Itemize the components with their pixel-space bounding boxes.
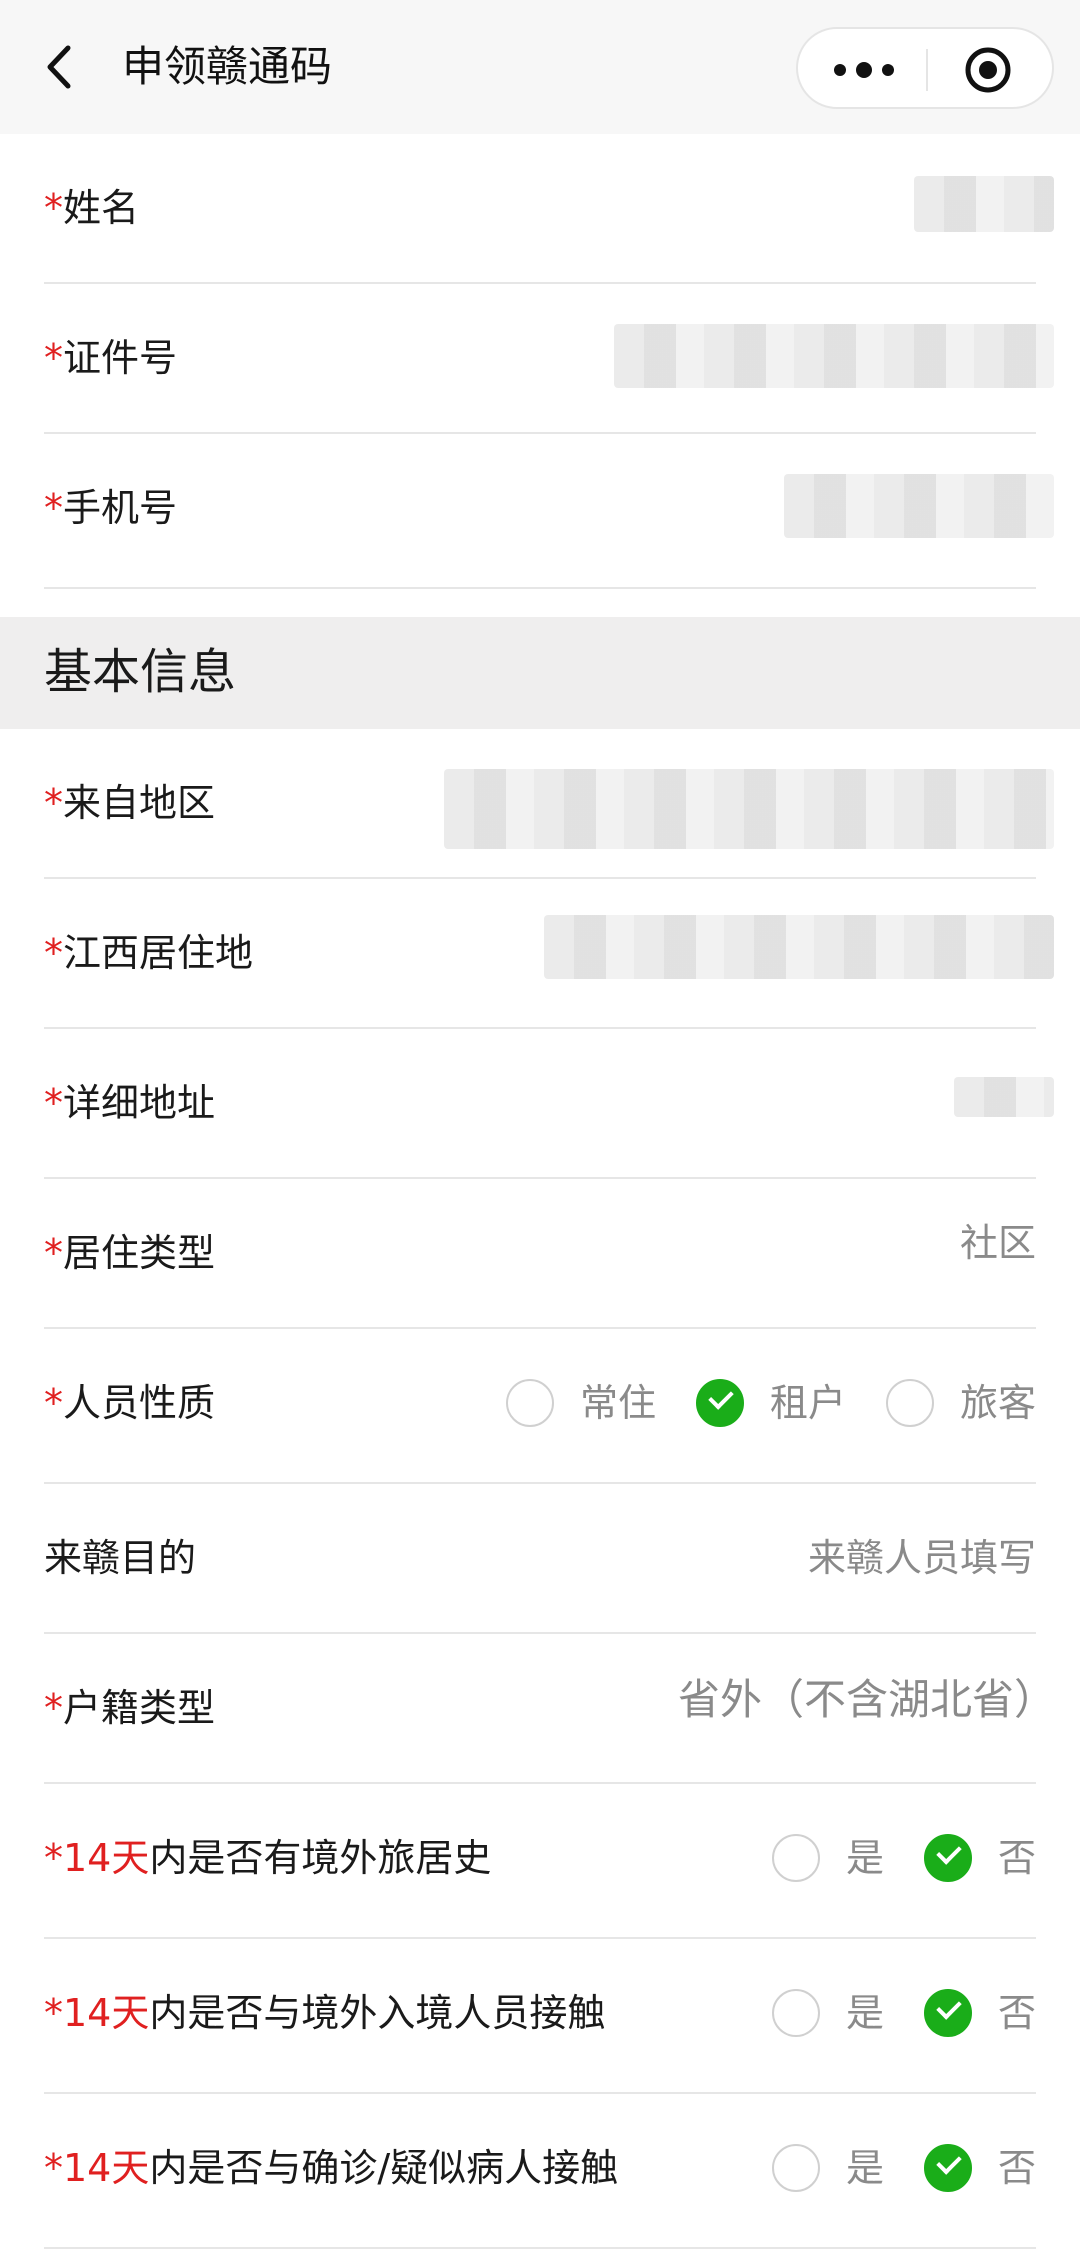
redacted-value xyxy=(614,324,1054,388)
close-miniprogram-icon[interactable] xyxy=(964,46,1012,94)
radio-option-traveler[interactable]: 旅客 xyxy=(885,1373,1036,1433)
radio-checked-icon xyxy=(923,1989,972,2037)
radio-option-tenant[interactable]: 租户 xyxy=(695,1373,846,1433)
section-title: 基本信息 xyxy=(44,644,237,700)
radio-option-resident[interactable]: 常住 xyxy=(505,1373,656,1433)
radio-unchecked-icon xyxy=(771,2144,820,2192)
redacted-value xyxy=(544,915,1054,979)
field-name[interactable]: *姓名 xyxy=(0,134,1080,284)
field-address[interactable]: *详细地址 xyxy=(0,1029,1080,1179)
radio-unchecked-icon xyxy=(771,1989,820,2037)
miniprogram-capsule xyxy=(796,27,1054,109)
field-label: *居住类型 xyxy=(44,1231,216,1275)
field-from-region[interactable]: *来自地区 xyxy=(0,729,1080,879)
radio-option-yes[interactable]: 是 xyxy=(771,1983,884,2043)
redacted-value xyxy=(914,176,1054,232)
capsule-divider xyxy=(926,49,928,91)
redacted-value xyxy=(784,474,1054,538)
residence-type-value: 社区 xyxy=(959,1221,1036,1265)
more-icon[interactable] xyxy=(828,55,900,85)
contact-confirmed-radio-group: 是 否 xyxy=(732,2138,1036,2198)
purpose-placeholder: 来赣人员填写 xyxy=(807,1536,1036,1580)
field-label: *江西居住地 xyxy=(44,931,254,975)
field-label: *手机号 xyxy=(44,486,178,530)
contact-inbound-radio-group: 是 否 xyxy=(732,1983,1036,2043)
field-label: *姓名 xyxy=(44,186,140,230)
radio-unchecked-icon xyxy=(885,1379,934,1427)
radio-checked-icon xyxy=(923,1834,972,1882)
radio-unchecked-icon xyxy=(505,1379,554,1427)
field-person-type[interactable]: *人员性质 常住 租户 旅客 xyxy=(0,1329,1080,1484)
person-type-radio-group: 常住 租户 旅客 xyxy=(466,1373,1036,1433)
field-label: *详细地址 xyxy=(44,1081,216,1125)
field-label: *人员性质 xyxy=(44,1381,216,1425)
radio-option-no[interactable]: 否 xyxy=(923,2138,1036,2198)
radio-unchecked-icon xyxy=(771,1834,820,1882)
field-label: 来赣目的 xyxy=(44,1536,197,1580)
field-household-type[interactable]: *户籍类型 省外（不含湖北省） xyxy=(0,1634,1080,1784)
nav-bar: 申领赣通码 xyxy=(0,0,1080,134)
field-label: *14天内是否有境外旅居史 xyxy=(44,1836,492,1880)
field-id-number[interactable]: *证件号 xyxy=(0,284,1080,434)
abroad-history-radio-group: 是 否 xyxy=(732,1828,1036,1888)
radio-option-no[interactable]: 否 xyxy=(923,1983,1036,2043)
field-label: *户籍类型 xyxy=(44,1686,216,1730)
field-label: *证件号 xyxy=(44,336,178,380)
radio-option-yes[interactable]: 是 xyxy=(771,1828,884,1888)
form: *姓名 *证件号 *手机号 基本信息 *来自地区 *江西居住地 *详细地址 *居… xyxy=(0,134,1080,2249)
redacted-value xyxy=(954,1077,1054,1117)
field-contact-inbound[interactable]: *14天内是否与境外入境人员接触 是 否 xyxy=(0,1939,1080,2094)
radio-option-no[interactable]: 否 xyxy=(923,1828,1036,1888)
field-phone[interactable]: *手机号 xyxy=(0,434,1080,589)
household-type-value: 省外（不含湖北省） xyxy=(677,1675,1056,1724)
section-basic-info: 基本信息 xyxy=(0,617,1080,729)
field-label: *来自地区 xyxy=(44,781,216,825)
field-contact-confirmed[interactable]: *14天内是否与确诊/疑似病人接触 是 否 xyxy=(0,2094,1080,2249)
field-label: *14天内是否与境外入境人员接触 xyxy=(44,1991,606,2035)
radio-option-yes[interactable]: 是 xyxy=(771,2138,884,2198)
field-jiangxi-residence[interactable]: *江西居住地 xyxy=(0,879,1080,1029)
field-residence-type[interactable]: *居住类型 社区 xyxy=(0,1179,1080,1329)
redacted-value xyxy=(444,769,1054,849)
field-abroad-history[interactable]: *14天内是否有境外旅居史 是 否 xyxy=(0,1784,1080,1939)
field-label: *14天内是否与确诊/疑似病人接触 xyxy=(44,2146,619,2190)
page-title: 申领赣通码 xyxy=(122,42,333,91)
field-purpose[interactable]: 来赣目的 来赣人员填写 xyxy=(0,1484,1080,1634)
radio-checked-icon xyxy=(923,2144,972,2192)
radio-checked-icon xyxy=(695,1379,744,1427)
back-arrow-icon[interactable] xyxy=(40,42,80,92)
